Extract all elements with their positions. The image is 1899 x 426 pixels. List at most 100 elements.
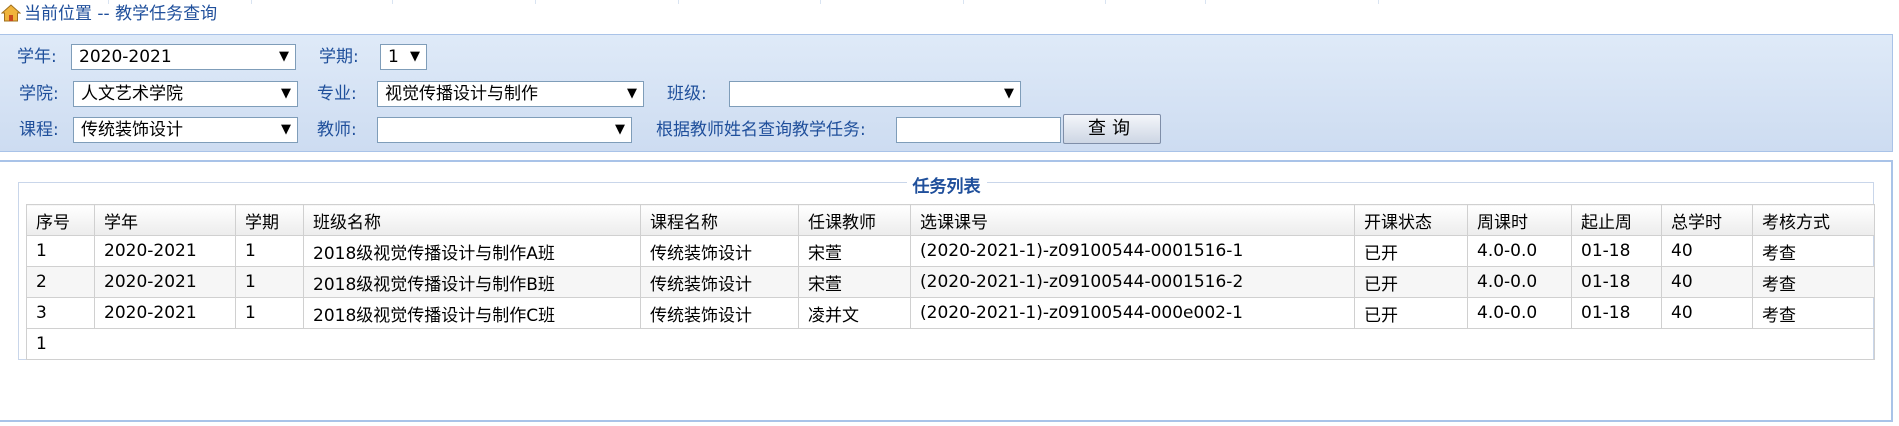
column-header: 总学时 xyxy=(1661,204,1753,236)
breadcrumb-separator: -- xyxy=(97,4,110,24)
table-row: 3 2020-2021 1 2018级视觉传播设计与制作C班 传统装饰设计 凌并… xyxy=(26,297,1875,329)
chevron-down-icon: ▼ xyxy=(281,86,291,101)
major-select-value: 视觉传播设计与制作 xyxy=(385,84,538,104)
divider xyxy=(820,0,821,4)
table-cell: 40 xyxy=(1661,235,1753,267)
table-cell: 凌并文 xyxy=(798,297,911,329)
page-title: 教学任务查询 xyxy=(115,4,218,24)
table-cell: 宋萱 xyxy=(798,266,911,298)
top-bar: 当前位置 -- 教学任务查询 xyxy=(0,0,1899,30)
column-header: 课程名称 xyxy=(640,204,799,236)
class-label: 班级: xyxy=(667,84,707,104)
year-select[interactable]: 2020-2021 ▼ xyxy=(71,44,296,70)
divider xyxy=(251,0,252,4)
divider xyxy=(1378,0,1379,4)
table-cell: 40 xyxy=(1661,266,1753,298)
table-cell: 3 xyxy=(26,297,95,329)
table-cell: (2020-2021-1)-z09100544-0001516-1 xyxy=(910,235,1355,267)
task-list-panel: 任务列表 序号 学年 学期 班级名称 课程名称 任课教师 选课课号 开课状态 周… xyxy=(0,160,1893,422)
table-cell: 1 xyxy=(26,235,95,267)
table-row: 2 2020-2021 1 2018级视觉传播设计与制作B班 传统装饰设计 宋萱… xyxy=(26,266,1875,298)
table-cell: 2018级视觉传播设计与制作B班 xyxy=(303,266,641,298)
breadcrumb: 当前位置 -- 教学任务查询 xyxy=(24,3,217,25)
chevron-down-icon: ▼ xyxy=(279,49,289,64)
table-cell: 2020-2021 xyxy=(94,235,236,267)
table-cell: 已开 xyxy=(1354,297,1468,329)
course-select-value: 传统装饰设计 xyxy=(81,120,183,140)
divider xyxy=(1205,0,1206,4)
column-header: 开课状态 xyxy=(1354,204,1468,236)
table-cell: 考查 xyxy=(1752,297,1875,329)
term-select[interactable]: 1 ▼ xyxy=(380,44,427,70)
column-header: 学年 xyxy=(94,204,236,236)
term-label: 学期: xyxy=(319,47,359,67)
major-select[interactable]: 视觉传播设计与制作 ▼ xyxy=(377,81,644,107)
divider xyxy=(678,0,679,4)
column-header: 班级名称 xyxy=(303,204,641,236)
table-cell: 1 xyxy=(235,297,304,329)
task-list-title: 任务列表 xyxy=(0,172,1893,197)
column-header: 任课教师 xyxy=(798,204,911,236)
table-cell: 01-18 xyxy=(1571,266,1662,298)
teacher-name-input[interactable] xyxy=(896,117,1061,143)
divider xyxy=(963,0,964,4)
term-select-value: 1 xyxy=(388,47,399,67)
table-cell: 2018级视觉传播设计与制作A班 xyxy=(303,235,641,267)
chevron-down-icon: ▼ xyxy=(410,49,420,64)
table-cell: 2018级视觉传播设计与制作C班 xyxy=(303,297,641,329)
table-cell: 1 xyxy=(235,235,304,267)
table-cell: 宋萱 xyxy=(798,235,911,267)
chevron-down-icon: ▼ xyxy=(1004,86,1014,101)
year-label: 学年: xyxy=(17,47,57,67)
column-header: 起止周 xyxy=(1571,204,1662,236)
college-label: 学院: xyxy=(19,84,59,104)
table-cell: (2020-2021-1)-z09100544-000e002-1 xyxy=(910,297,1355,329)
column-header: 周课时 xyxy=(1467,204,1572,236)
table-cell: 4.0-0.0 xyxy=(1467,235,1572,267)
pager-page-link[interactable]: 1 xyxy=(26,328,1875,360)
table-header-row: 序号 学年 学期 班级名称 课程名称 任课教师 选课课号 开课状态 周课时 起止… xyxy=(26,204,1875,236)
college-select[interactable]: 人文艺术学院 ▼ xyxy=(73,81,298,107)
table-cell: 1 xyxy=(235,266,304,298)
chevron-down-icon: ▼ xyxy=(615,122,625,137)
filter-panel: 学年: 2020-2021 ▼ 学期: 1 ▼ 学院: 人文艺术学院 ▼ 专业:… xyxy=(0,34,1893,152)
table-cell: 考查 xyxy=(1752,266,1875,298)
divider xyxy=(535,0,536,4)
divider xyxy=(1105,0,1106,4)
table-cell: 2 xyxy=(26,266,95,298)
table-cell: 已开 xyxy=(1354,235,1468,267)
table-cell: 考查 xyxy=(1752,235,1875,267)
table-cell: 传统装饰设计 xyxy=(640,266,799,298)
breadcrumb-label: 当前位置 xyxy=(24,4,92,24)
course-select[interactable]: 传统装饰设计 ▼ xyxy=(73,117,298,143)
year-select-value: 2020-2021 xyxy=(79,47,172,67)
chevron-down-icon: ▼ xyxy=(627,86,637,101)
major-label: 专业: xyxy=(317,84,357,104)
teacher-select[interactable]: ▼ xyxy=(377,117,632,143)
table-cell: 传统装饰设计 xyxy=(640,297,799,329)
column-header: 选课课号 xyxy=(910,204,1355,236)
table-cell: 4.0-0.0 xyxy=(1467,266,1572,298)
teacher-name-query-label: 根据教师姓名查询教学任务: xyxy=(656,120,866,140)
column-header: 学期 xyxy=(235,204,304,236)
course-label: 课程: xyxy=(19,120,59,140)
table-cell: 2020-2021 xyxy=(94,297,236,329)
divider xyxy=(392,0,393,4)
table-cell: 已开 xyxy=(1354,266,1468,298)
task-table: 序号 学年 学期 班级名称 课程名称 任课教师 选课课号 开课状态 周课时 起止… xyxy=(26,204,1875,360)
table-cell: 01-18 xyxy=(1571,235,1662,267)
table-cell: 2020-2021 xyxy=(94,266,236,298)
table-cell: 传统装饰设计 xyxy=(640,235,799,267)
column-header: 考核方式 xyxy=(1752,204,1875,236)
teacher-label: 教师: xyxy=(317,120,357,140)
table-cell: 01-18 xyxy=(1571,297,1662,329)
home-icon xyxy=(1,4,21,22)
class-select[interactable]: ▼ xyxy=(729,81,1021,107)
table-row: 1 2020-2021 1 2018级视觉传播设计与制作A班 传统装饰设计 宋萱… xyxy=(26,235,1875,267)
chevron-down-icon: ▼ xyxy=(281,122,291,137)
column-header: 序号 xyxy=(26,204,95,236)
pager-row: 1 xyxy=(26,328,1875,360)
table-cell: 40 xyxy=(1661,297,1753,329)
table-cell: (2020-2021-1)-z09100544-0001516-2 xyxy=(910,266,1355,298)
query-button[interactable]: 查询 xyxy=(1063,114,1161,144)
